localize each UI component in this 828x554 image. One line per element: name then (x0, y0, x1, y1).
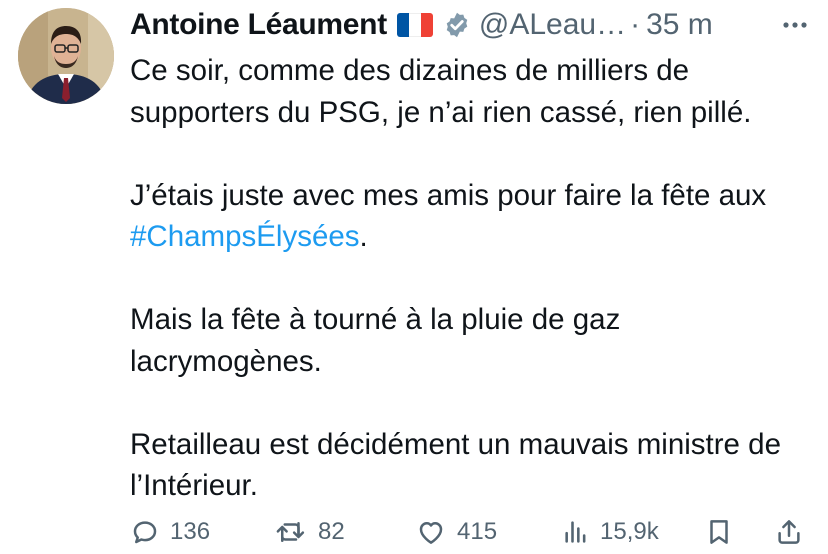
france-flag-icon (396, 13, 433, 37)
separator-dot: · (630, 8, 641, 41)
repost-count: 82 (318, 518, 345, 545)
views-button[interactable]: 15,9k (562, 512, 659, 552)
author-handle[interactable]: @ALeau… (479, 8, 626, 42)
hashtag-link[interactable]: #ChampsÉlysées (130, 220, 360, 253)
tweet-paragraph: J’étais juste avec mes amis pour faire l… (130, 175, 820, 258)
tweet-paragraph: Retailleau est décidément un mauvais min… (130, 427, 781, 503)
like-count: 415 (457, 518, 498, 545)
avatar-image (18, 8, 114, 104)
views-chart-icon (565, 521, 586, 543)
verified-badge-icon[interactable] (443, 11, 471, 39)
bookmark-icon (710, 520, 728, 544)
tweet-header: Antoine Léaument @ALeau… · 35 m (130, 6, 810, 44)
tweet-timestamp[interactable]: 35 m (646, 8, 713, 42)
tweet-paragraph: Mais la fête à tourné à la pluie de gaz … (130, 303, 621, 378)
author-avatar[interactable] (18, 8, 114, 104)
tweet-actions-bar: 136 82 415 15,9k (130, 512, 810, 552)
like-button[interactable]: 415 (415, 512, 497, 552)
paragraph-text: J’étais juste avec mes amis pour faire l… (130, 178, 767, 212)
repost-button[interactable]: 82 (274, 512, 345, 552)
reply-icon (133, 521, 157, 544)
share-button[interactable] (774, 512, 804, 552)
bookmark-button[interactable] (704, 512, 734, 552)
more-options-button[interactable] (780, 8, 810, 42)
more-dots-icon (783, 22, 807, 28)
reply-button[interactable]: 136 (130, 512, 210, 552)
reply-count: 136 (170, 518, 211, 545)
paragraph-text: . (359, 220, 368, 253)
views-count: 15,9k (600, 518, 659, 545)
author-name[interactable]: Antoine Léaument (130, 8, 387, 42)
repost-icon (276, 522, 305, 542)
tweet-paragraph: Ce soir, comme des dizaines de milliers … (130, 54, 752, 129)
tweet-text: Ce soir, comme des dizaines de milliers … (130, 50, 820, 507)
heart-icon (419, 522, 443, 544)
share-icon (778, 520, 800, 544)
